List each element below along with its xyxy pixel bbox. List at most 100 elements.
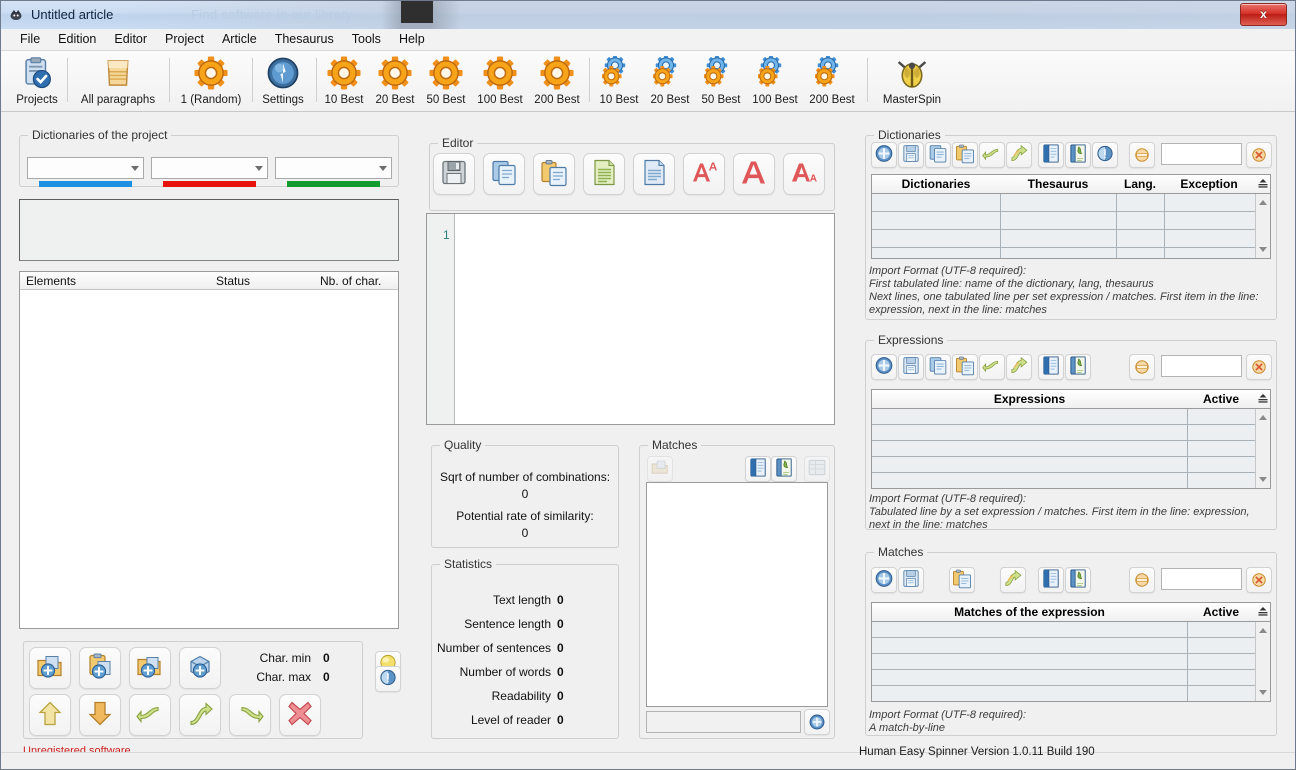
expressions-button-7[interactable] bbox=[1038, 354, 1064, 380]
menu-item-help[interactable]: Help bbox=[390, 29, 434, 49]
editor-button-8[interactable] bbox=[783, 153, 825, 195]
menu-item-editor[interactable]: Editor bbox=[105, 29, 156, 49]
toolbar-button-projects[interactable]: Projects bbox=[11, 54, 63, 108]
toolbar-button-10-best[interactable]: 10 Best bbox=[594, 54, 644, 108]
dictionaries-button-3[interactable] bbox=[925, 142, 951, 168]
dictionaries-table[interactable]: Dictionaries Thesaurus Lang. Exception bbox=[871, 174, 1271, 259]
expressions-button-4[interactable] bbox=[952, 354, 978, 380]
dictionaries-filter-button[interactable] bbox=[1129, 142, 1155, 168]
matches-button-6[interactable] bbox=[1065, 567, 1091, 593]
matches-center-button-2[interactable] bbox=[745, 456, 771, 482]
matches-center-input[interactable] bbox=[646, 711, 801, 733]
dictionaries-button-1[interactable] bbox=[871, 142, 897, 168]
editor-button-3[interactable] bbox=[533, 153, 575, 195]
editor-button-2[interactable] bbox=[483, 153, 525, 195]
matches-filter-input[interactable] bbox=[1161, 568, 1242, 590]
left-import-button-3[interactable] bbox=[129, 647, 171, 689]
toolbar-button-100-best[interactable]: 100 Best bbox=[747, 54, 803, 108]
expressions-table-scrollbar[interactable] bbox=[1255, 409, 1270, 488]
editor-button-5[interactable] bbox=[633, 153, 675, 195]
left-side-button-2[interactable] bbox=[375, 666, 401, 692]
matches-center-button-3[interactable] bbox=[771, 456, 797, 482]
scroll-up-icon[interactable] bbox=[1259, 415, 1267, 420]
matches-button-5[interactable] bbox=[1038, 567, 1064, 593]
toolbar-button-1-random[interactable]: 1 (Random) bbox=[171, 54, 251, 108]
left-import-button-1[interactable] bbox=[29, 647, 71, 689]
toolbar-button-masterspin[interactable]: MasterSpin bbox=[873, 54, 951, 108]
expressions-button-6[interactable] bbox=[1006, 354, 1032, 380]
scroll-down-icon[interactable] bbox=[1259, 247, 1267, 252]
expressions-button-1[interactable] bbox=[871, 354, 897, 380]
matches-button-1[interactable] bbox=[871, 567, 897, 593]
dictionaries-button-7[interactable] bbox=[1038, 142, 1064, 168]
sort-icon[interactable] bbox=[1256, 606, 1270, 618]
dictionaries-button-8[interactable] bbox=[1065, 142, 1091, 168]
toolbar-button-settings[interactable]: Settings bbox=[254, 54, 312, 108]
dictionary-combo-3[interactable] bbox=[275, 157, 392, 179]
expressions-filter-button[interactable] bbox=[1129, 354, 1155, 380]
dictionaries-button-2[interactable] bbox=[898, 142, 924, 168]
matches-table[interactable]: Matches of the expression Active bbox=[871, 602, 1271, 702]
dictionaries-table-body[interactable] bbox=[872, 194, 1255, 258]
menu-item-tools[interactable]: Tools bbox=[343, 29, 390, 49]
close-button[interactable]: x bbox=[1240, 3, 1287, 26]
left-move-button-5[interactable] bbox=[229, 694, 271, 736]
matches-center-add-button[interactable] bbox=[804, 709, 830, 735]
dictionaries-button-6[interactable] bbox=[1006, 142, 1032, 168]
expressions-button-8[interactable] bbox=[1065, 354, 1091, 380]
expressions-filter-input[interactable] bbox=[1161, 355, 1242, 377]
dictionary-combo-1[interactable] bbox=[27, 157, 144, 179]
editor-button-7[interactable] bbox=[733, 153, 775, 195]
dictionary-combo-2[interactable] bbox=[151, 157, 268, 179]
toolbar-button-20-best[interactable]: 20 Best bbox=[645, 54, 695, 108]
toolbar-button-all-paragraphs[interactable]: All paragraphs bbox=[69, 54, 167, 108]
matches-button-2[interactable] bbox=[898, 567, 924, 593]
menu-item-article[interactable]: Article bbox=[213, 29, 266, 49]
matches-table-body[interactable] bbox=[872, 622, 1255, 701]
toolbar-button-50-best[interactable]: 50 Best bbox=[421, 54, 471, 108]
matches-button-3[interactable] bbox=[949, 567, 975, 593]
dictionaries-filter-clear-button[interactable] bbox=[1246, 142, 1272, 168]
editor-button-1[interactable] bbox=[433, 153, 475, 195]
dictionaries-filter-input[interactable] bbox=[1161, 143, 1242, 165]
matches-center-list[interactable] bbox=[646, 482, 828, 707]
dictionaries-button-5[interactable] bbox=[979, 142, 1005, 168]
scroll-down-icon[interactable] bbox=[1259, 477, 1267, 482]
editor-text-area[interactable]: 1 bbox=[426, 213, 835, 425]
menu-item-edition[interactable]: Edition bbox=[49, 29, 105, 49]
dictionaries-button-4[interactable] bbox=[952, 142, 978, 168]
sort-icon[interactable] bbox=[1256, 178, 1270, 190]
matches-button-4[interactable] bbox=[1000, 567, 1026, 593]
matches-filter-button[interactable] bbox=[1129, 567, 1155, 593]
scroll-up-icon[interactable] bbox=[1259, 200, 1267, 205]
menu-item-file[interactable]: File bbox=[11, 29, 49, 49]
expressions-button-3[interactable] bbox=[925, 354, 951, 380]
menu-item-thesaurus[interactable]: Thesaurus bbox=[266, 29, 343, 49]
toolbar-button-20-best[interactable]: 20 Best bbox=[370, 54, 420, 108]
left-import-button-2[interactable] bbox=[79, 647, 121, 689]
expressions-filter-clear-button[interactable] bbox=[1246, 354, 1272, 380]
editor-button-6[interactable] bbox=[683, 153, 725, 195]
editor-button-4[interactable] bbox=[583, 153, 625, 195]
toolbar-button-50-best[interactable]: 50 Best bbox=[696, 54, 746, 108]
sort-icon[interactable] bbox=[1256, 393, 1270, 405]
toolbar-button-100-best[interactable]: 100 Best bbox=[472, 54, 528, 108]
left-move-button-1[interactable] bbox=[29, 694, 71, 736]
expressions-button-2[interactable] bbox=[898, 354, 924, 380]
menu-item-project[interactable]: Project bbox=[156, 29, 213, 49]
toolbar-button-200-best[interactable]: 200 Best bbox=[804, 54, 860, 108]
expressions-table[interactable]: Expressions Active bbox=[871, 389, 1271, 489]
expressions-table-body[interactable] bbox=[872, 409, 1255, 488]
scroll-down-icon[interactable] bbox=[1259, 690, 1267, 695]
toolbar-button-10-best[interactable]: 10 Best bbox=[319, 54, 369, 108]
scroll-up-icon[interactable] bbox=[1259, 628, 1267, 633]
left-move-button-6[interactable] bbox=[279, 694, 321, 736]
dictionaries-table-scrollbar[interactable] bbox=[1255, 194, 1270, 258]
expressions-button-5[interactable] bbox=[979, 354, 1005, 380]
elements-list[interactable]: Elements Status Nb. of char. bbox=[19, 271, 399, 629]
left-move-button-2[interactable] bbox=[79, 694, 121, 736]
left-move-button-4[interactable] bbox=[179, 694, 221, 736]
dictionaries-button-9[interactable] bbox=[1092, 142, 1118, 168]
toolbar-button-200-best[interactable]: 200 Best bbox=[529, 54, 585, 108]
dictionary-preview-list[interactable] bbox=[19, 199, 399, 261]
